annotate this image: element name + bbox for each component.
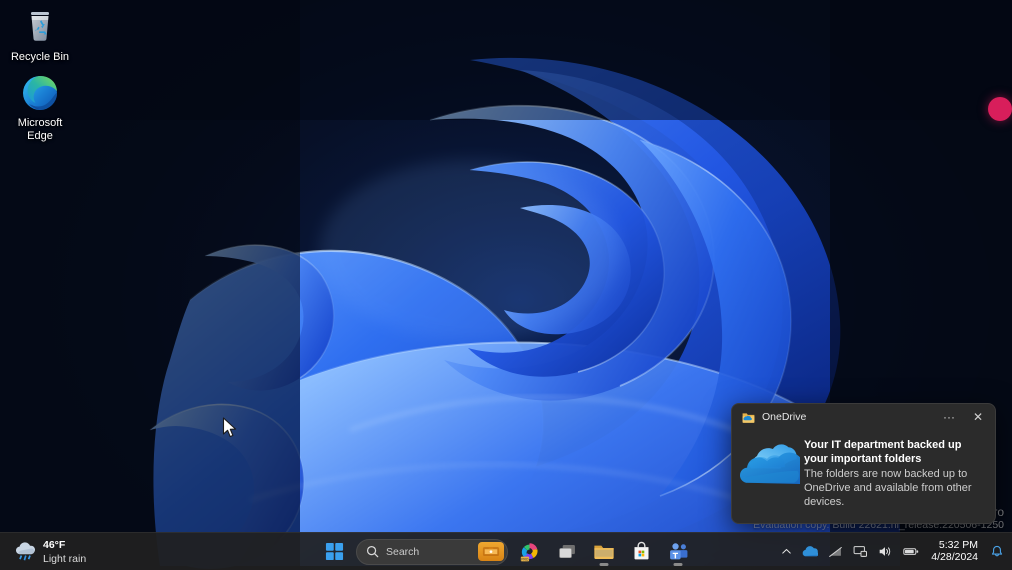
speaker-icon <box>879 547 891 556</box>
windows-logo-icon <box>325 542 343 561</box>
notification-toast-onedrive[interactable]: OneDrive ··· ✕ Your IT department backed… <box>731 403 996 524</box>
running-indicator <box>599 563 609 566</box>
desktop-icon-recycle-bin[interactable]: Recycle Bin <box>2 6 78 64</box>
file-explorer-icon <box>594 545 614 559</box>
search-input[interactable]: Search <box>356 538 508 565</box>
running-indicator <box>673 563 683 566</box>
taskbar-item-microsoft-teams[interactable] <box>663 537 693 567</box>
store-icon <box>634 541 648 560</box>
desktop-icon-label-line1: Microsoft <box>17 117 63 129</box>
edge-icon <box>19 72 61 114</box>
notification-text: Your IT department backed up your import… <box>804 434 983 509</box>
notification-more-options-button[interactable]: ··· <box>938 407 960 427</box>
teams-icon <box>669 543 687 560</box>
tray-show-hidden-icons-button[interactable] <box>777 537 796 567</box>
desktop-icon-label-line2: Edge <box>27 130 53 142</box>
clock-time: 5:32 PM <box>938 539 978 551</box>
task-view-icon <box>558 544 575 558</box>
desktop-icon-label: Recycle Bin <box>10 51 70 63</box>
tray-battery-button[interactable] <box>899 537 923 567</box>
mouse-cursor <box>222 417 237 438</box>
search-placeholder: Search <box>386 545 420 558</box>
copilot-icon: PRO <box>520 542 538 561</box>
notification-close-button[interactable]: ✕ <box>967 407 989 427</box>
desktop-icon-microsoft-edge[interactable]: Microsoft Edge <box>2 72 78 143</box>
network-monitor-icon <box>853 546 868 557</box>
weather-temperature: 46°F <box>43 538 66 551</box>
desktop[interactable]: Recycle Bin Microsoft Edge Evaluation co… <box>0 0 1012 570</box>
taskbar-center-cluster: Search PRO <box>319 537 693 567</box>
system-tray: 5:32 PM 4/28/2024 <box>777 533 1008 570</box>
svg-text:PRO: PRO <box>521 557 529 561</box>
taskbar[interactable]: 46°F Light rain Search PRO 5:32 PM 4/28/… <box>0 532 1012 570</box>
recording-dot <box>988 97 1012 121</box>
clock-date: 4/28/2024 <box>931 551 978 563</box>
copilot-badge-icon[interactable] <box>478 542 504 561</box>
notification-body: Your IT department backed up your import… <box>732 430 995 509</box>
tray-network-status-button[interactable] <box>824 537 847 567</box>
search-icon <box>366 545 379 558</box>
battery-icon <box>903 548 919 555</box>
taskbar-item-task-view[interactable] <box>552 537 582 567</box>
wifi-off-icon <box>829 546 843 557</box>
tray-onedrive-button[interactable] <box>798 537 822 567</box>
tray-network-display-button[interactable] <box>849 537 872 567</box>
weather-text: 46°F Light rain <box>43 539 86 565</box>
weather-condition: Light rain <box>43 552 87 565</box>
taskbar-item-file-explorer[interactable] <box>589 537 619 567</box>
notification-header: OneDrive ··· ✕ <box>732 404 995 430</box>
chevron-up-icon <box>782 548 792 554</box>
onedrive-cloud-icon <box>738 434 809 496</box>
notification-title: Your IT department backed up your import… <box>804 439 962 465</box>
taskbar-weather-widget[interactable]: 46°F Light rain <box>2 535 96 569</box>
notification-message: The folders are now backed up to OneDriv… <box>804 468 972 508</box>
taskbar-clock[interactable]: 5:32 PM 4/28/2024 <box>925 536 984 568</box>
taskbar-item-copilot[interactable]: PRO <box>515 537 545 567</box>
recycle-bin-icon <box>19 6 61 48</box>
tray-volume-button[interactable] <box>874 537 897 567</box>
onedrive-folder-icon <box>742 411 755 424</box>
notification-app-name: OneDrive <box>762 411 807 423</box>
taskbar-item-microsoft-store[interactable] <box>626 537 656 567</box>
notifications-button[interactable] <box>986 537 1008 567</box>
bell-icon <box>991 545 1003 556</box>
rain-cloud-icon <box>14 541 36 563</box>
onedrive-tray-icon <box>802 546 819 557</box>
start-button[interactable] <box>319 537 349 567</box>
